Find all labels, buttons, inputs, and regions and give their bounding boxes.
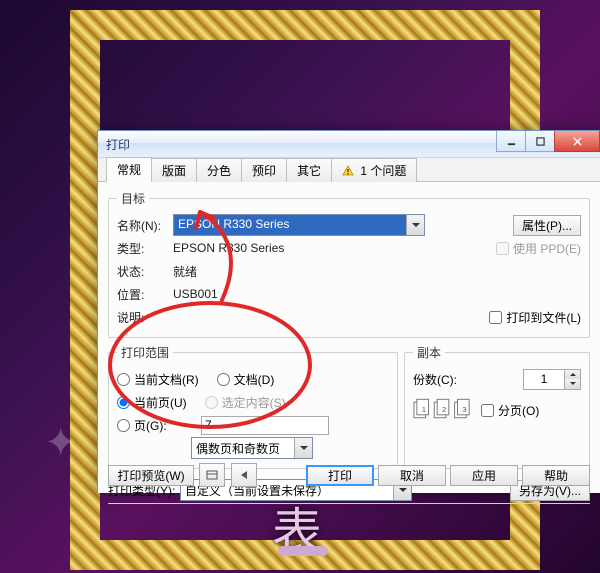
separator	[108, 503, 590, 504]
collate-checkbox[interactable]: 分页(O)	[481, 402, 539, 419]
radio-documents[interactable]: 文档(D)	[217, 371, 275, 388]
copies-count-label: 份数(C):	[413, 371, 523, 388]
warning-icon	[342, 165, 354, 177]
tab-layout[interactable]: 版面	[151, 158, 197, 182]
svg-text:2: 2	[442, 405, 446, 414]
dialog-footer: 打印预览(W) 打印 取消 应用 帮助	[108, 463, 590, 487]
use-ppd-checkbox[interactable]: 使用 PPD(E)	[496, 240, 581, 257]
help-button[interactable]: 帮助	[522, 465, 590, 486]
tab-pane-general: 目标 名称(N): EPSON R330 Series 属性(P)... 类型:…	[98, 182, 600, 493]
radio-pages[interactable]: 页(G):	[117, 417, 183, 434]
spin-down-icon[interactable]	[565, 379, 580, 389]
background-underline	[278, 546, 328, 556]
svg-text:3: 3	[462, 405, 466, 414]
tool-button-1[interactable]	[199, 463, 225, 487]
apply-button[interactable]: 应用	[450, 465, 518, 486]
cancel-button[interactable]: 取消	[378, 465, 446, 486]
maximize-button[interactable]	[525, 131, 555, 152]
print-preview-button[interactable]: 打印预览(W)	[108, 465, 194, 486]
print-dialog: 打印 常规 版面 分色 预印 其它 1 个问题 目标 名称(N): EPSON …	[97, 130, 600, 492]
collate-icon: 1 2 3	[413, 396, 473, 425]
radio-selection[interactable]: 选定内容(S)	[205, 394, 286, 411]
target-legend: 目标	[117, 190, 149, 207]
minimize-button[interactable]	[496, 131, 526, 152]
svg-text:1: 1	[422, 405, 426, 414]
status-value: 就绪	[173, 263, 197, 280]
type-value: EPSON R330 Series	[173, 241, 284, 255]
print-button[interactable]: 打印	[306, 465, 374, 486]
type-label: 类型:	[117, 240, 173, 257]
printer-select[interactable]: EPSON R330 Series	[173, 214, 425, 236]
titlebar[interactable]: 打印	[98, 131, 600, 158]
print-to-file-checkbox[interactable]: 打印到文件(L)	[489, 309, 581, 326]
target-group: 目标 名称(N): EPSON R330 Series 属性(P)... 类型:…	[108, 190, 590, 338]
close-button[interactable]	[554, 131, 600, 152]
tab-separations[interactable]: 分色	[196, 158, 242, 182]
copies-legend: 副本	[413, 344, 445, 361]
tab-bar: 常规 版面 分色 预印 其它 1 个问题	[98, 158, 600, 182]
where-label: 位置:	[117, 286, 173, 303]
printer-selected-value: EPSON R330 Series	[174, 215, 406, 235]
dropdown-icon	[406, 215, 424, 235]
pages-mode-select[interactable]: 偶数页和奇数页	[191, 437, 313, 459]
dropdown-icon	[294, 438, 312, 458]
where-value: USB001	[173, 287, 218, 301]
comment-label: 说明:	[117, 309, 173, 326]
tab-prepress[interactable]: 预印	[241, 158, 287, 182]
tool-button-2[interactable]	[231, 463, 257, 487]
spin-up-icon[interactable]	[565, 370, 580, 380]
radio-current-doc[interactable]: 当前文档(R)	[117, 371, 199, 388]
status-label: 状态:	[117, 263, 173, 280]
range-group: 打印范围 当前文档(R) 文档(D) 当前页(U) 选定内容(S) 页(G): …	[108, 344, 398, 469]
copies-count-input[interactable]	[523, 369, 581, 390]
tab-issues[interactable]: 1 个问题	[331, 158, 417, 182]
dialog-title: 打印	[102, 136, 130, 153]
pages-input[interactable]	[201, 416, 329, 435]
copies-group: 副本 份数(C):	[404, 344, 590, 469]
radio-current-page[interactable]: 当前页(U)	[117, 394, 187, 411]
properties-button[interactable]: 属性(P)...	[513, 215, 581, 236]
sparkle-icon: ✦	[44, 420, 78, 466]
range-legend: 打印范围	[117, 344, 173, 361]
name-label: 名称(N):	[117, 217, 173, 234]
tab-misc[interactable]: 其它	[286, 158, 332, 182]
tab-general[interactable]: 常规	[106, 157, 152, 182]
